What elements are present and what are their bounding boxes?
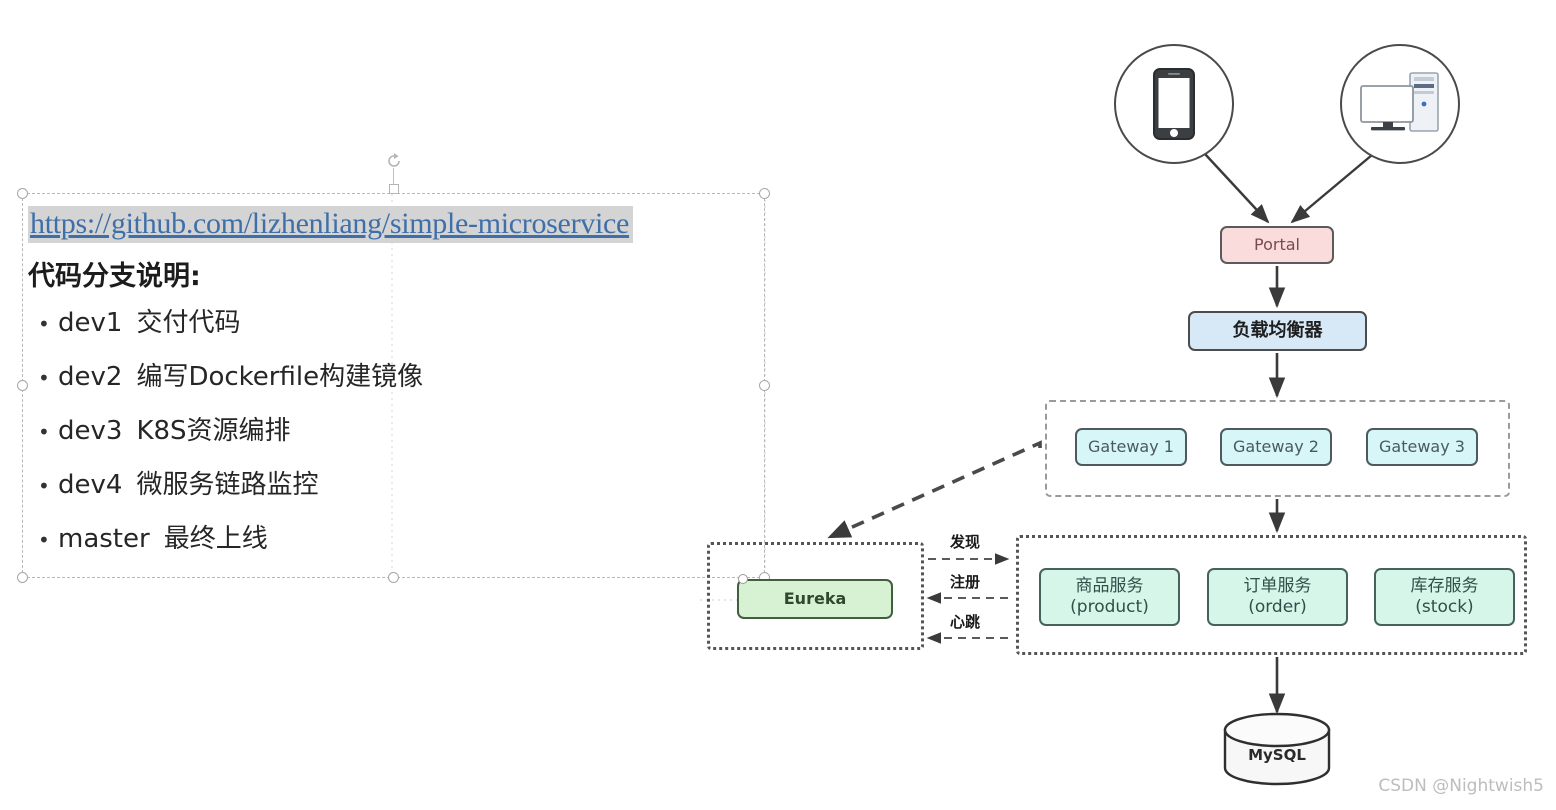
branch-description: 微服务链路监控 bbox=[136, 470, 319, 500]
branch-name: master bbox=[58, 524, 150, 554]
bullet-glyph: • bbox=[38, 420, 50, 444]
eureka-label: Eureka bbox=[783, 589, 847, 609]
gateway-3-node: Gateway 3 bbox=[1366, 428, 1478, 466]
mysql-label: MySQL bbox=[1248, 746, 1306, 764]
list-item: • dev1 交付代码 bbox=[28, 302, 763, 339]
order-service-node: 订单服务 (order) bbox=[1207, 568, 1348, 626]
branch-heading: 代码分支说明: bbox=[28, 261, 201, 292]
portal-node: Portal bbox=[1220, 226, 1334, 264]
branch-description: 最终上线 bbox=[163, 524, 268, 554]
list-item: • dev3 K8S资源编排 bbox=[28, 410, 763, 447]
stock-service-label-cn: 库存服务 bbox=[1410, 576, 1479, 597]
watermark: CSDN @Nightwish5 bbox=[1378, 776, 1544, 796]
resize-handle-top-right[interactable] bbox=[759, 188, 770, 199]
bullet-glyph: • bbox=[38, 528, 50, 552]
flow-label-discover: 发现 bbox=[950, 533, 981, 551]
branch-description: 编写Dockerfile构建镜像 bbox=[136, 362, 424, 392]
branch-list: • dev1 交付代码 • dev2 编写Dockerfile构建镜像 • de… bbox=[28, 302, 763, 555]
textbox-content[interactable]: https://github.com/lizhenliang/simple-mi… bbox=[28, 206, 763, 572]
desktop-client-node bbox=[1340, 44, 1460, 164]
resize-handle-middle-left[interactable] bbox=[17, 379, 28, 391]
stock-service-label-en: (stock) bbox=[1415, 597, 1474, 617]
flow-label-register: 注册 bbox=[950, 573, 981, 591]
flow-label-heartbeat: 心跳 bbox=[950, 613, 981, 631]
branch-name: dev1 bbox=[58, 308, 123, 338]
repo-link-highlight: https://github.com/lizhenliang/simple-mi… bbox=[28, 206, 634, 243]
order-service-label-en: (order) bbox=[1248, 597, 1307, 617]
product-service-label-en: (product) bbox=[1070, 597, 1149, 617]
bullet-glyph: • bbox=[38, 366, 50, 390]
bullet-glyph: • bbox=[38, 312, 50, 336]
order-service-label-cn: 订单服务 bbox=[1243, 576, 1312, 597]
load-balancer-node: 负载均衡器 bbox=[1188, 311, 1367, 351]
slide-canvas: https://github.com/lizhenliang/simple-mi… bbox=[0, 0, 1556, 810]
desktop-computer-icon bbox=[1360, 72, 1439, 132]
stock-service-node: 库存服务 (stock) bbox=[1374, 568, 1515, 626]
gateway-2-label: Gateway 2 bbox=[1233, 437, 1319, 457]
list-item: • dev4 微服务链路监控 bbox=[28, 464, 763, 501]
gateway-2-node: Gateway 2 bbox=[1220, 428, 1332, 466]
branch-name: dev2 bbox=[58, 362, 123, 392]
mobile-client-node bbox=[1114, 44, 1234, 164]
branch-name: dev4 bbox=[58, 470, 123, 500]
mysql-database-node: MySQL bbox=[1225, 716, 1329, 784]
gateway-1-label: Gateway 1 bbox=[1088, 437, 1174, 457]
eureka-node: Eureka bbox=[737, 579, 893, 619]
portal-label: Portal bbox=[1254, 235, 1300, 255]
repo-link[interactable]: https://github.com/lizhenliang/simple-mi… bbox=[30, 207, 629, 240]
branch-description: K8S资源编排 bbox=[136, 416, 291, 446]
top-center-handle[interactable] bbox=[388, 184, 399, 194]
gateway-3-label: Gateway 3 bbox=[1379, 437, 1465, 457]
eureka-selection-anchor[interactable] bbox=[738, 574, 748, 584]
product-service-label-cn: 商品服务 bbox=[1075, 576, 1144, 597]
branch-description: 交付代码 bbox=[136, 308, 241, 338]
bullet-glyph: • bbox=[38, 474, 50, 498]
resize-handle-bottom-left[interactable] bbox=[17, 572, 28, 583]
list-item: • master 最终上线 bbox=[28, 518, 763, 555]
smartphone-icon bbox=[1153, 68, 1195, 140]
resize-handle-bottom-center[interactable] bbox=[387, 572, 399, 583]
resize-handle-top-left[interactable] bbox=[17, 188, 28, 199]
product-service-node: 商品服务 (product) bbox=[1039, 568, 1180, 626]
load-balancer-label: 负载均衡器 bbox=[1232, 320, 1323, 342]
list-item: • dev2 编写Dockerfile构建镜像 bbox=[28, 356, 763, 393]
branch-name: dev3 bbox=[58, 416, 123, 446]
gateway-1-node: Gateway 1 bbox=[1075, 428, 1187, 466]
